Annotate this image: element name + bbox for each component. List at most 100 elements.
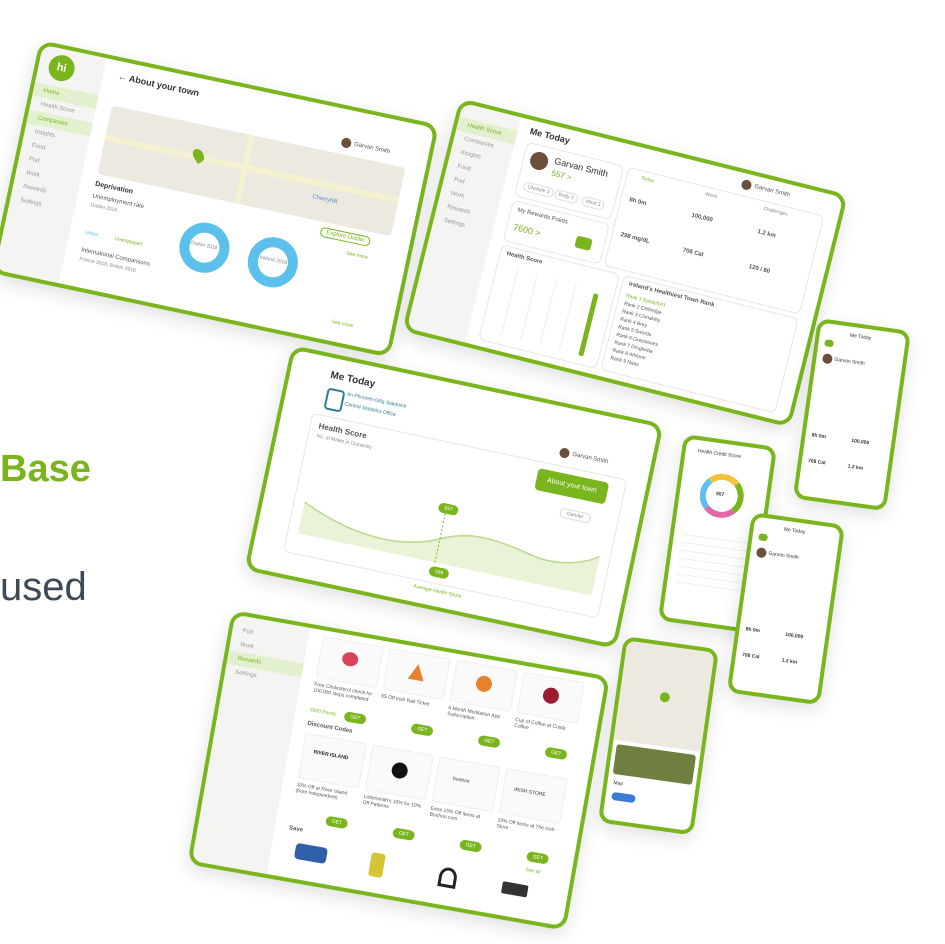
legend-urban: Urban [84, 229, 99, 239]
offer-tile[interactable] [382, 647, 451, 701]
phone-title: Map [613, 779, 624, 788]
get-button[interactable]: GET [525, 850, 550, 865]
tab-week[interactable]: Week [704, 191, 718, 200]
get-button[interactable]: GET [458, 839, 483, 853]
points-label: 3000 Points [309, 707, 337, 718]
get-button[interactable]: GET [544, 746, 568, 761]
powerbank-icon [500, 881, 529, 898]
code-tile[interactable]: boohoo [431, 756, 501, 813]
offer-tile[interactable] [449, 659, 518, 712]
stat-blood-pressure: 120 / 80 [747, 263, 771, 276]
bag-icon [293, 842, 329, 865]
phone-tab[interactable] [824, 339, 835, 348]
avatar[interactable] [558, 447, 571, 459]
tablet-about-town: hi Home Health Score Companies Insights … [0, 40, 440, 358]
phone-title: Health Credit Score [697, 448, 742, 461]
save-heading: Save [288, 825, 304, 834]
avatar [755, 547, 768, 559]
user-name[interactable]: Garvan Smith [572, 452, 609, 465]
avatar [821, 353, 834, 365]
phone-title: Me Today [849, 332, 872, 342]
avatar[interactable] [340, 137, 353, 149]
user-name-header[interactable]: Garvan Smith [754, 184, 791, 199]
score-value: 557 [715, 491, 725, 499]
tablet-me-today-dashboard: Health Score Companies Insights Food Pod… [401, 98, 849, 428]
phone-map: Map [597, 636, 720, 836]
get-button[interactable]: GET [410, 722, 435, 737]
stat-steps: 100,000 [850, 437, 870, 447]
coins-icon [574, 235, 593, 251]
see-all-link[interactable]: See all [525, 867, 541, 876]
health-score-bar [578, 293, 599, 357]
page-title: Me Today [329, 369, 377, 390]
phone-tab[interactable] [758, 533, 769, 542]
stat-distance: 1.2 km [847, 463, 864, 472]
phone-user-name: Garvan Smith [833, 356, 866, 367]
brand-river-island: RIVER ISLAND [313, 749, 349, 762]
sidebar: Pod Work Rewards Settings [191, 614, 311, 875]
tab-challenges[interactable]: Challenges [763, 206, 789, 218]
stat-calories: 708 Cal [682, 247, 704, 259]
chip-lifestyle[interactable]: Lifestyle 3 [522, 181, 555, 199]
tablet-health-score: Me Today An Phríomh-Oifig Staidrimh Cent… [244, 345, 664, 649]
rail-logo-icon [407, 662, 427, 682]
sidebar: hi Home Health Score Companies Insights … [0, 44, 107, 284]
place-photo [612, 744, 697, 785]
code-tile[interactable] [364, 744, 434, 801]
points-label: My Rewards Points [516, 207, 569, 226]
costa-logo-icon [541, 686, 561, 705]
section-title: Deprivation [94, 180, 134, 196]
stat-distance: 1.2 km [781, 657, 798, 666]
phone-title: Me Today [783, 526, 806, 536]
page-title[interactable]: ← About your town [117, 71, 200, 98]
blender-icon [367, 852, 386, 879]
footer-link[interactable]: See more [331, 319, 353, 329]
tab-today[interactable]: Today [640, 175, 654, 184]
code-tile[interactable]: IRISH STORE [498, 768, 568, 825]
profile-score[interactable]: 557 > [551, 169, 573, 183]
stat-sleep: 8h 0m [628, 197, 647, 208]
code-tile[interactable]: RIVER ISLAND [297, 732, 367, 789]
offer-tile[interactable] [315, 636, 384, 689]
health-score-label: Health Score [505, 251, 543, 266]
discount-codes-heading: Discount Codes [306, 720, 353, 735]
chip-mind[interactable]: Mind 3 [580, 195, 606, 211]
legend-unemployed: Unemployed [113, 235, 143, 248]
offer-tile[interactable] [516, 671, 585, 724]
footer-value: 556 [428, 565, 451, 580]
location-icon [659, 691, 671, 703]
map[interactable]: Cherryhill [97, 105, 406, 237]
phone-me-today-1: Me Today Garvan Smith 8h 0m 100,000 708 … [792, 318, 912, 512]
hi-logo: hi [46, 52, 78, 84]
see-more-link[interactable]: See more [346, 250, 368, 260]
map-chip: Cherryhill [311, 194, 338, 206]
headphones-icon [437, 866, 459, 889]
stat-calories: 708 Cal [807, 458, 826, 467]
avatar[interactable] [740, 178, 753, 191]
get-button[interactable]: GET [325, 815, 349, 830]
phone-user-name: Garvan Smith [767, 550, 800, 561]
stat-sleep: 8h 0m [811, 432, 827, 441]
brand-irish-store: IRISH STORE [513, 786, 546, 799]
cso-logo-icon [323, 387, 346, 413]
user-name[interactable]: Garvan Smith [353, 142, 390, 155]
meditation-logo-icon [474, 674, 494, 694]
get-button[interactable]: GET [343, 711, 368, 725]
chip-body[interactable]: Body 2 [553, 188, 579, 205]
directions-button[interactable] [611, 791, 636, 804]
stat-distance: 1.2 km [756, 229, 777, 240]
tablet-rewards: Pod Work Rewards Settings Free Cholester… [187, 610, 611, 931]
map[interactable] [613, 640, 715, 752]
brand-logo-icon [390, 761, 409, 780]
stat-steps: 100,000 [784, 631, 804, 641]
points-value[interactable]: 7600 > [512, 222, 541, 238]
health-score-card: Health Score No. of Males in Clonakilty … [282, 412, 628, 619]
get-button[interactable]: GET [391, 827, 416, 842]
stat-calories: 708 Cal [741, 652, 760, 661]
slide-subtitle-fragment: used [0, 565, 87, 609]
heart-icon [341, 650, 360, 668]
get-button[interactable]: GET [477, 734, 502, 749]
profile-avatar [528, 150, 551, 172]
stat-cholesterol: 298 mg/dL [619, 232, 651, 246]
about-town-button[interactable]: About your town [534, 468, 610, 505]
